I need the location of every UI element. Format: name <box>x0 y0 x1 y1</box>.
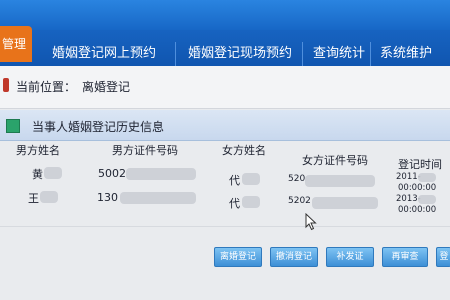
male-name-cell: 黄 <box>32 168 43 181</box>
column-header-female-name: 女方姓名 <box>222 144 266 157</box>
tab-separator <box>175 42 176 68</box>
location-marker-icon <box>3 78 9 92</box>
female-name-cell: 代 <box>229 174 240 187</box>
male-id-cell: 5002 <box>98 167 126 180</box>
column-header-female-id: 女方证件号码 <box>302 154 368 167</box>
redaction-blur <box>312 197 378 209</box>
breadcrumb-label: 当前位置： <box>16 80 77 94</box>
register-button[interactable]: 登 <box>436 247 450 267</box>
table-bottom-divider <box>0 226 450 227</box>
redaction-blur <box>120 192 196 204</box>
nav-top-strip <box>0 0 450 30</box>
tab-separator <box>370 42 371 68</box>
registration-time-cell: 00:00:00 <box>398 183 437 193</box>
redaction-blur <box>242 173 260 185</box>
column-header-male-name: 男方姓名 <box>16 144 60 157</box>
revoke-registration-button[interactable]: 撤消登记 <box>270 247 318 267</box>
reissue-certificate-button[interactable]: 补发证 <box>326 247 374 267</box>
redaction-blur <box>242 196 260 208</box>
column-header-registration-time: 登记时间 <box>398 158 442 171</box>
female-name-cell: 代 <box>229 197 240 210</box>
redaction-blur <box>40 191 58 203</box>
breadcrumb: 当前位置： 离婚登记 <box>0 66 450 109</box>
mouse-pointer-icon <box>305 213 317 231</box>
panel-icon <box>6 119 20 133</box>
tab-separator <box>302 42 303 68</box>
divorce-registration-button[interactable]: 离婚登记 <box>214 247 262 267</box>
registration-date-cell: 2013- <box>396 194 421 204</box>
re-review-button[interactable]: 再审查 <box>382 247 428 267</box>
redaction-blur <box>126 168 196 180</box>
registration-date-cell: 2011- <box>396 172 421 182</box>
registration-time-cell: 00:00:00 <box>398 205 437 215</box>
redaction-blur <box>305 175 375 187</box>
panel-title: 当事人婚姻登记历史信息 <box>32 120 165 134</box>
redaction-blur <box>418 195 436 204</box>
female-id-cell: 5202 <box>288 196 311 206</box>
male-name-cell: 王 <box>28 192 39 205</box>
redaction-blur <box>418 173 436 182</box>
tab-management[interactable]: 管理 <box>0 26 33 62</box>
female-id-cell: 520 <box>288 174 306 184</box>
breadcrumb-current-page: 离婚登记 <box>82 80 131 94</box>
redaction-blur <box>44 167 62 179</box>
history-panel-header: 当事人婚姻登记历史信息 <box>0 110 450 141</box>
column-header-male-id: 男方证件号码 <box>112 144 178 157</box>
male-id-cell: 130 <box>97 191 118 204</box>
